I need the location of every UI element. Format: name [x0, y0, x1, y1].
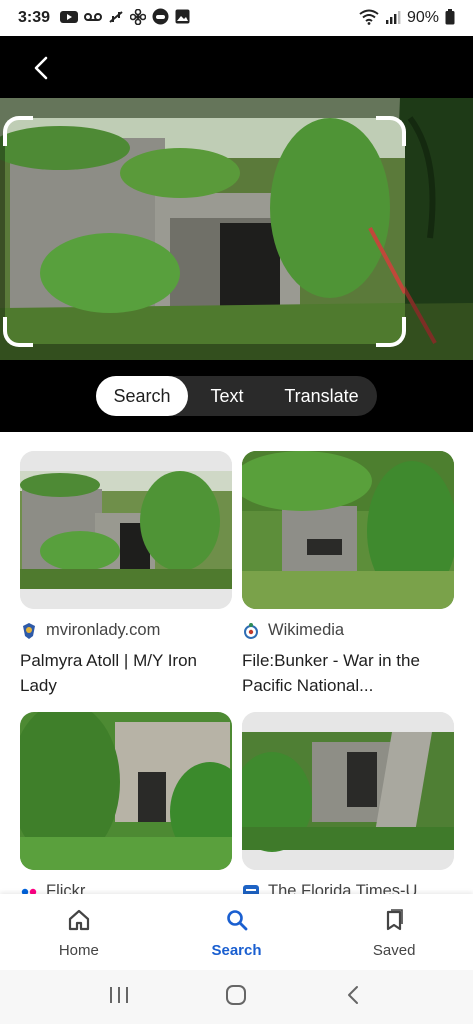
crop-corner-top-left[interactable]: [3, 116, 33, 146]
result-thumbnail[interactable]: [20, 451, 232, 609]
nav-home-label: Home: [58, 942, 99, 959]
battery-icon: [445, 8, 455, 28]
status-time: 3:39: [18, 9, 51, 26]
crop-corner-top-right[interactable]: [376, 116, 406, 146]
crop-corner-bottom-left[interactable]: [3, 317, 33, 347]
home-button-icon[interactable]: [224, 983, 248, 1012]
gallery-icon: [175, 9, 190, 27]
nav-search[interactable]: Search: [158, 894, 316, 970]
result-title[interactable]: Palmyra Atoll | M/Y Iron Lady: [20, 648, 232, 698]
data-off-icon: [108, 10, 124, 27]
saved-bookmarks-icon: [382, 908, 406, 936]
result-source: mvironlady.com: [20, 621, 232, 640]
result-thumbnail[interactable]: [242, 451, 454, 609]
result-source-name: The Florida Times-U...: [268, 882, 432, 894]
status-right: 90%: [359, 8, 455, 28]
visual-results: mvironlady.com Palmyra Atoll | M/Y Iron …: [0, 432, 473, 894]
status-left: 3:39: [18, 8, 190, 28]
result-title[interactable]: File:Bunker - War in the Pacific Nationa…: [242, 648, 454, 698]
crop-photo: [5, 118, 405, 344]
result-card[interactable]: Wikimedia File:Bunker - War in the Pacif…: [242, 451, 454, 698]
recents-icon[interactable]: [107, 984, 131, 1011]
mode-text[interactable]: Text: [188, 376, 266, 416]
result-card[interactable]: The Florida Times-U...: [242, 712, 454, 894]
florida-times-favicon-icon: [242, 883, 260, 894]
battery-percent: 90%: [406, 9, 439, 26]
back-icon[interactable]: [342, 983, 366, 1012]
lens-image-area: Search Text Translate: [0, 36, 473, 432]
nav-search-label: Search: [211, 942, 262, 959]
status-bar: 3:39 90%: [0, 0, 473, 36]
pinwheel-icon: [129, 8, 147, 28]
mode-translate[interactable]: Translate: [266, 376, 377, 416]
voicemail-icon: [84, 11, 103, 26]
bottom-navigation: Home Search Saved: [0, 894, 473, 970]
nav-saved-label: Saved: [372, 942, 416, 959]
back-arrow-icon[interactable]: [26, 52, 58, 84]
home-icon: [67, 908, 91, 936]
youtube-icon: [60, 10, 79, 27]
flickr-favicon-icon: [20, 883, 38, 894]
wifi-icon: [359, 9, 379, 28]
system-navigation: [0, 970, 473, 1024]
result-card[interactable]: Flickr: [20, 712, 232, 894]
result-source: The Florida Times-U...: [242, 882, 454, 894]
result-thumbnail[interactable]: [242, 712, 454, 870]
mvironlady-favicon-icon: [20, 622, 38, 640]
result-source-name: Flickr: [46, 882, 86, 894]
nav-saved[interactable]: Saved: [315, 894, 473, 970]
search-icon: [225, 908, 249, 936]
game-controller-icon: [152, 8, 169, 28]
result-source-name: Wikimedia: [268, 621, 345, 639]
result-source-name: mvironlady.com: [46, 621, 161, 639]
result-card[interactable]: mvironlady.com Palmyra Atoll | M/Y Iron …: [20, 451, 232, 698]
signal-icon: [385, 10, 401, 27]
result-source: Flickr: [20, 882, 232, 894]
result-source: Wikimedia: [242, 621, 454, 640]
nav-home[interactable]: Home: [0, 894, 158, 970]
wikimedia-favicon-icon: [242, 622, 260, 640]
mode-search[interactable]: Search: [96, 376, 188, 416]
result-thumbnail[interactable]: [20, 712, 232, 870]
lens-mode-selector: Search Text Translate: [96, 376, 377, 416]
crop-region[interactable]: [5, 118, 405, 344]
